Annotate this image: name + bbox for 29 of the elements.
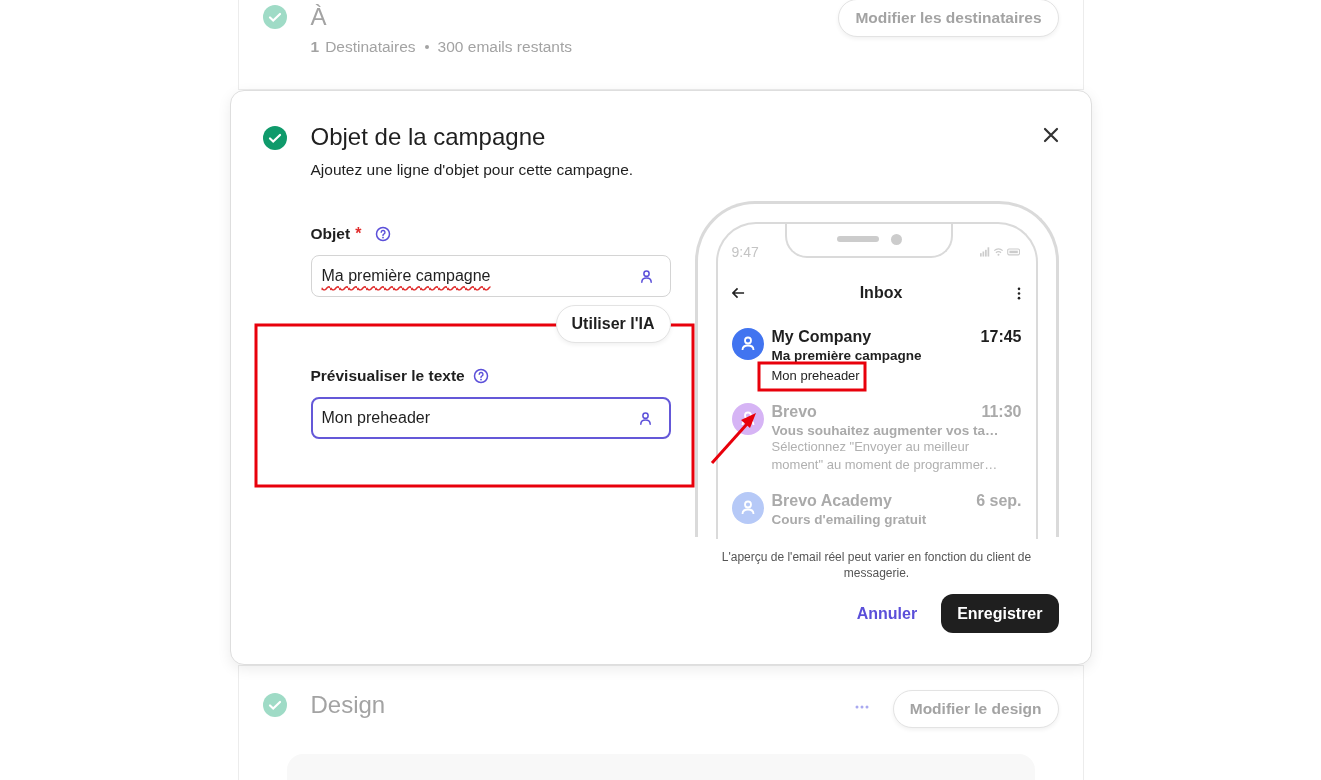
status-clock: 9:47 (731, 244, 759, 260)
preview-disclaimer: L'aperçu de l'email réel peut varier en fonction du client de messagerie. (720, 549, 1033, 581)
save-button[interactable]: Enregistrer (941, 594, 1059, 633)
personalize-icon[interactable] (638, 268, 654, 284)
step-title: Design (310, 690, 387, 720)
use-ai-button[interactable]: Utiliser l'IA (555, 305, 671, 343)
text-field[interactable]: Mon preheader (310, 397, 671, 439)
remaining-emails: 300 emails restants (437, 38, 572, 56)
field-label: Objet (310, 225, 351, 243)
step-title: À (310, 2, 328, 32)
more-icon[interactable] (1017, 286, 1022, 300)
field-label: Prévisualiser le texte (310, 367, 465, 385)
dialog-description: Ajoutez une ligne d'objet pour cette campagne. (310, 161, 635, 179)
separator-dot-icon (424, 45, 429, 49)
cancel-button[interactable]: Annuler (856, 596, 918, 631)
dialog-title: Objet de la campagne (310, 123, 547, 151)
help-icon[interactable] (472, 368, 489, 384)
email-item[interactable]: My Company 17:45 Ma première campagne Mon preheader (731, 328, 1022, 385)
personalize-icon[interactable] (637, 410, 653, 426)
recipient-label: Destinataires (325, 38, 416, 56)
back-arrow-icon[interactable] (731, 287, 745, 299)
required-mark: * (355, 225, 362, 243)
help-icon[interactable] (375, 226, 392, 242)
annotation-arrow (710, 413, 756, 464)
status-icons-drawing (979, 246, 1022, 257)
recipient-count: 1 (310, 38, 320, 56)
text-field[interactable]: Ma première campagne (310, 255, 671, 297)
inbox-title: Inbox (859, 284, 903, 302)
close-icon[interactable] (1042, 127, 1059, 143)
